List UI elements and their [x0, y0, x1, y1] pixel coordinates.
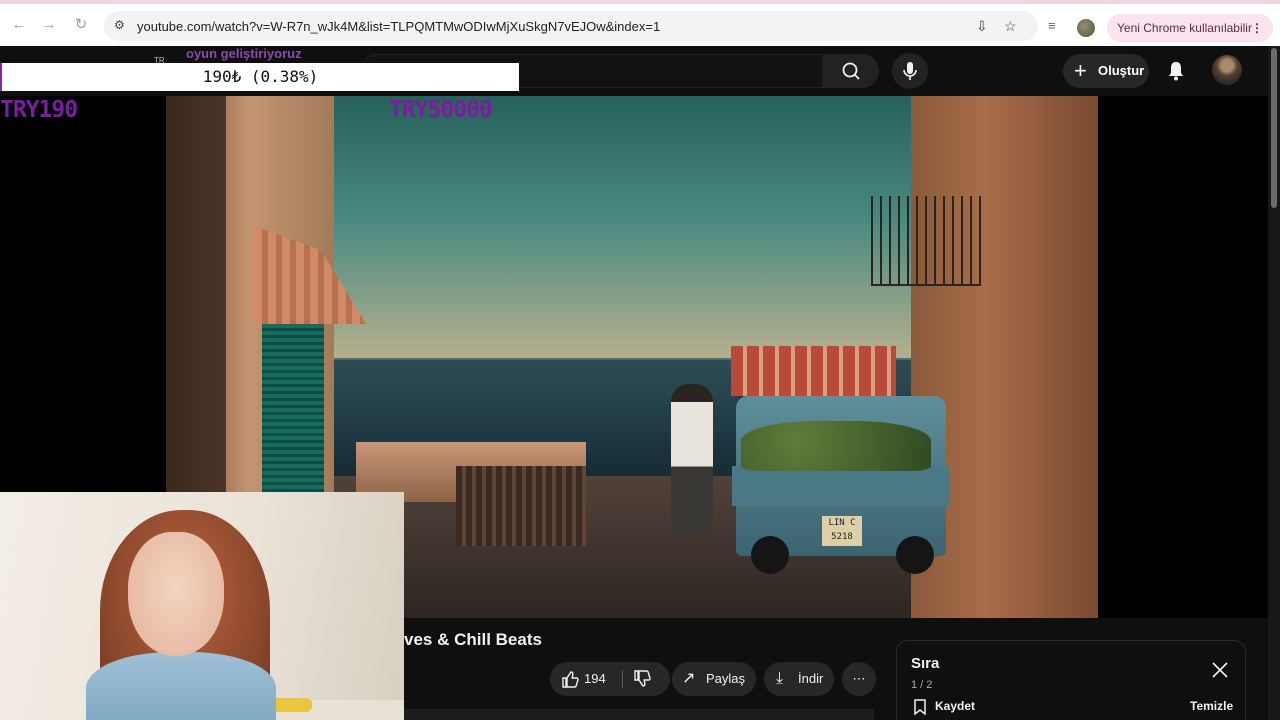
reload-icon[interactable]: ↻	[72, 16, 90, 34]
url-text[interactable]: youtube.com/watch?v=W-R7n_wJk4M&list=TLP…	[137, 19, 660, 34]
bookmark-star-icon[interactable]: ☆	[1004, 18, 1017, 35]
search-button[interactable]	[823, 54, 879, 88]
forward-icon[interactable]: →	[40, 16, 58, 34]
install-app-icon[interactable]: ⇩	[976, 18, 988, 35]
like-button[interactable]	[560, 662, 580, 709]
plus-icon: +	[1074, 58, 1087, 83]
page-scrollbar[interactable]	[1268, 46, 1280, 720]
queue-count: 1 / 2	[911, 679, 933, 691]
donation-goal-overlay: oyun geliştiriyoruz TR 190₺ (0.38%)	[0, 46, 520, 91]
chrome-update-button[interactable]: Yeni Chrome kullanılabilir ⋮	[1107, 14, 1273, 42]
balcony	[871, 196, 981, 286]
site-settings-icon[interactable]: ⚙	[114, 18, 128, 32]
update-label: Yeni Chrome kullanılabilir	[1117, 21, 1252, 35]
chrome-menu-icon[interactable]: ⋮	[1251, 14, 1263, 42]
microphone-icon	[903, 62, 917, 80]
address-bar[interactable]: ⚙ youtube.com/watch?v=W-R7n_wJk4M&list=T…	[104, 11, 1038, 41]
webcam-overlay	[0, 492, 404, 720]
scrollbar-thumb[interactable]	[1271, 48, 1277, 208]
save-queue-button[interactable]: Kaydet	[913, 699, 975, 715]
close-icon[interactable]	[1211, 661, 1229, 679]
account-avatar[interactable]	[1212, 55, 1242, 85]
browser-toolbar: ← → ↻ ⚙ youtube.com/watch?v=W-R7n_wJk4M&…	[0, 0, 1280, 46]
person-figure	[671, 384, 713, 534]
thumbs-up-icon	[562, 671, 579, 688]
notifications-bell-icon[interactable]	[1164, 59, 1188, 83]
back-icon[interactable]: ←	[10, 16, 28, 34]
overlay-caption: oyun geliştiriyoruz	[186, 46, 302, 61]
bookmark-icon	[914, 699, 926, 715]
like-dislike-group: 194	[550, 662, 670, 696]
queue-title: Sıra	[911, 655, 940, 672]
share-icon: ↗	[682, 670, 696, 687]
profile-icon[interactable]	[1077, 19, 1095, 37]
download-button[interactable]: ⤓ İndir	[764, 662, 834, 696]
reading-list-icon[interactable]: ≡	[1048, 18, 1056, 33]
clear-queue-button[interactable]: Temizle	[1190, 699, 1233, 713]
license-plate: LIN C 5218	[822, 516, 862, 546]
streamer-face	[128, 532, 224, 656]
goal-amount-label: TRY50000	[389, 97, 493, 123]
green-shutter	[262, 324, 324, 494]
queue-panel: Sıra 1 / 2 Kaydet Temizle	[896, 640, 1246, 720]
share-button[interactable]: ↗ Paylaş	[672, 662, 756, 696]
current-amount-label: TRY190	[0, 97, 78, 123]
more-actions-button[interactable]: ⋯	[842, 662, 876, 696]
dislike-button[interactable]	[632, 662, 652, 709]
download-icon: ⤓	[776, 670, 784, 687]
voice-search-button[interactable]	[892, 53, 928, 89]
thumbs-down-icon	[634, 670, 651, 687]
share-label: Paylaş	[706, 671, 746, 686]
create-button[interactable]: + Oluştur	[1063, 54, 1149, 88]
donation-progress-bar: 190₺ (0.38%)	[0, 63, 519, 91]
create-label: Oluştur	[1098, 63, 1145, 78]
video-title: ves & Chill Beats	[404, 630, 542, 649]
more-icon: ⋯	[852, 671, 866, 686]
download-label: İndir	[798, 671, 824, 686]
like-count: 194	[584, 671, 606, 686]
search-icon	[842, 62, 860, 80]
